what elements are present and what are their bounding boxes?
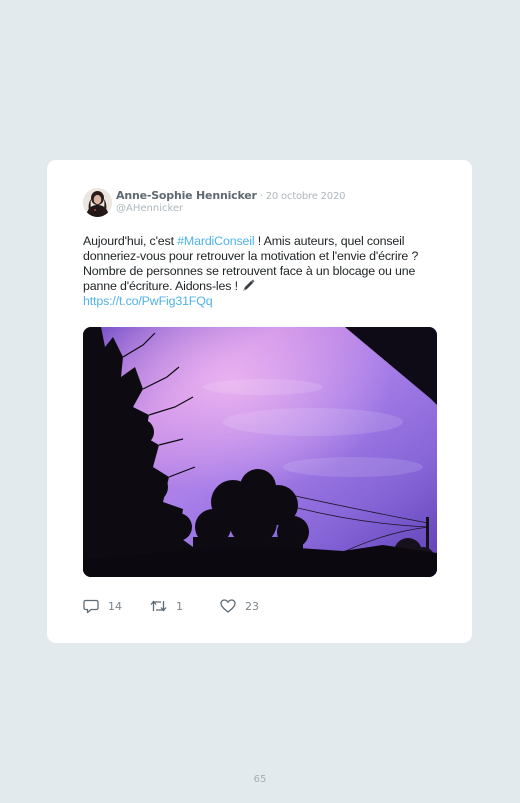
tweet-text-start: Aujourd'hui, c'est bbox=[83, 234, 178, 248]
page-number: 65 bbox=[253, 774, 267, 785]
date-separator: · bbox=[256, 191, 266, 202]
avatar-image bbox=[83, 188, 112, 217]
reply-action[interactable]: 14 bbox=[83, 598, 122, 614]
like-count: 23 bbox=[245, 599, 259, 613]
avatar[interactable] bbox=[83, 188, 112, 217]
reply-count: 14 bbox=[108, 599, 122, 613]
tweet-card: Anne-Sophie Hennicker · 20 octobre 2020 … bbox=[47, 160, 472, 643]
tweet-date[interactable]: 20 octobre 2020 bbox=[266, 191, 346, 202]
tweet-link[interactable]: https://t.co/PwFig31FQq bbox=[83, 294, 213, 308]
tweet-photo[interactable] bbox=[83, 327, 437, 577]
like-action[interactable]: 23 bbox=[220, 598, 259, 614]
tweet-text: Aujourd'hui, c'est #MardiConseil ! Amis … bbox=[83, 234, 443, 309]
purple-sunset-sky-photo bbox=[83, 327, 437, 577]
reply-icon bbox=[83, 599, 99, 613]
heart-icon bbox=[220, 599, 236, 613]
author-handle[interactable]: @AHennicker bbox=[116, 203, 183, 214]
retweet-icon bbox=[150, 600, 167, 612]
author-name[interactable]: Anne-Sophie Hennicker bbox=[116, 189, 257, 202]
fountain-pen-icon bbox=[243, 279, 255, 291]
user-line: Anne-Sophie Hennicker · 20 octobre 2020 bbox=[116, 189, 346, 202]
retweet-count: 1 bbox=[176, 599, 183, 613]
retweet-action[interactable]: 1 bbox=[150, 598, 183, 614]
hashtag-link[interactable]: #MardiConseil bbox=[177, 234, 254, 248]
